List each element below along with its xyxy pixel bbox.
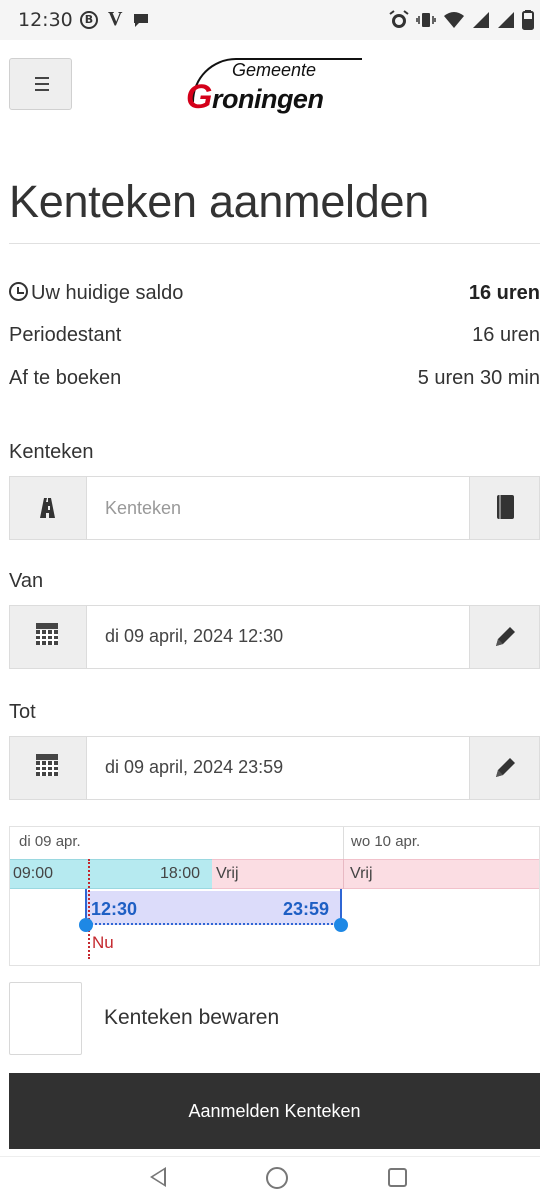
home-icon[interactable] [266, 1167, 288, 1189]
van-value[interactable]: di 09 april, 2024 12:30 [105, 626, 283, 647]
road-addon [10, 477, 87, 539]
calendar-icon-grid [36, 630, 58, 645]
tot-edit-button[interactable] [469, 737, 539, 799]
status-bar: 12:30 B V [0, 0, 540, 40]
hamburger-icon [35, 77, 49, 79]
saldo-book-value: 5 uren 30 min [417, 367, 540, 389]
timeline-day-2: wo 10 apr. [351, 833, 421, 850]
save-kenteken-checkbox[interactable] [9, 982, 82, 1055]
free-label-2: Vrij [350, 865, 373, 882]
free-period-separator [343, 859, 344, 889]
kenteken-input[interactable] [105, 493, 465, 523]
road-icon [40, 498, 55, 518]
pencil-icon [496, 758, 515, 777]
calendar-icon-top [36, 623, 58, 629]
selection-end-handle[interactable] [334, 918, 348, 932]
selection-end-label: 23:59 [283, 899, 330, 919]
kenteken-input-group [9, 476, 540, 540]
saldo-current-row: Uw huidige saldo 16 uren [9, 282, 540, 312]
clock-icon [9, 282, 28, 301]
tot-input-group: di 09 april, 2024 23:59 [9, 736, 540, 800]
tot-value[interactable]: di 09 april, 2024 23:59 [105, 757, 283, 778]
menu-button[interactable] [9, 58, 72, 110]
selection-start-label: 12:30 [91, 899, 138, 919]
tot-label: Tot [9, 701, 36, 723]
logo-initial: G [186, 78, 212, 116]
signal-icon-2 [498, 12, 514, 28]
wifi-icon [444, 12, 464, 28]
status-right-icons [389, 10, 534, 30]
saldo-current-value: 16 uren [468, 282, 540, 304]
van-label: Van [9, 570, 44, 592]
hamburger-icon-bar [35, 83, 49, 85]
battery-icon [522, 10, 534, 30]
timeline-day-1: di 09 apr. [19, 833, 81, 850]
saldo-book-label: Af te boeken [9, 367, 122, 389]
status-time: 12:30 [18, 9, 73, 31]
submit-button[interactable]: Aanmelden Kenteken [9, 1073, 540, 1149]
book-icon [497, 495, 514, 519]
hamburger-icon-bar [35, 89, 49, 91]
android-nav-bar [0, 1156, 540, 1201]
paid-start-label: 09:00 [13, 865, 54, 882]
pencil-icon [496, 627, 515, 646]
parking-timeline[interactable]: di 09 apr. wo 10 apr. 09:00 18:00 Vrij V… [9, 826, 540, 966]
saldo-period-value: 16 uren [472, 324, 540, 346]
saldo-period-label: Periodestant [9, 324, 122, 346]
selection-start-handle[interactable] [79, 918, 93, 932]
kenteken-label: Kenteken [9, 441, 94, 463]
alarm-icon [389, 10, 409, 28]
paid-end-label: 18:00 [160, 865, 201, 882]
page-title: Kenteken aanmelden [9, 176, 429, 227]
calendar-icon-grid [36, 761, 58, 776]
logo-groningen: Groningen [186, 78, 324, 117]
logo-rest: roningen [211, 84, 324, 114]
now-label: Nu [92, 933, 114, 952]
saldo-current-text: Uw huidige saldo [31, 282, 184, 304]
saldo-book-row: Af te boeken 5 uren 30 min [9, 367, 540, 397]
calendar-icon-top [36, 754, 58, 760]
now-marker [88, 859, 90, 959]
saldo-period-row: Periodestant 16 uren [9, 324, 540, 354]
vibrate-icon [416, 13, 436, 27]
chat-icon [134, 13, 149, 27]
kenteken-book-button[interactable] [469, 477, 539, 539]
back-icon[interactable] [150, 1167, 166, 1187]
signal-icon [473, 12, 489, 28]
van-input-group: di 09 april, 2024 12:30 [9, 605, 540, 669]
saldo-current-label: Uw huidige saldo [9, 282, 183, 305]
free-label-1: Vrij [216, 865, 239, 882]
calendar-icon [36, 623, 58, 645]
save-kenteken-label[interactable]: Kenteken bewaren [104, 1006, 279, 1030]
title-divider [9, 243, 540, 244]
gemeente-groningen-logo[interactable]: Gemeente Groningen [180, 54, 380, 116]
b-circle-icon: B [80, 10, 98, 29]
van-edit-button[interactable] [469, 606, 539, 668]
free-period-bar [212, 859, 539, 889]
recent-apps-icon[interactable] [388, 1168, 407, 1187]
v-icon: V [108, 8, 123, 30]
van-calendar-addon[interactable] [10, 606, 87, 668]
calendar-icon [36, 754, 58, 776]
status-left-icons: B V [80, 8, 150, 31]
tot-calendar-addon[interactable] [10, 737, 87, 799]
